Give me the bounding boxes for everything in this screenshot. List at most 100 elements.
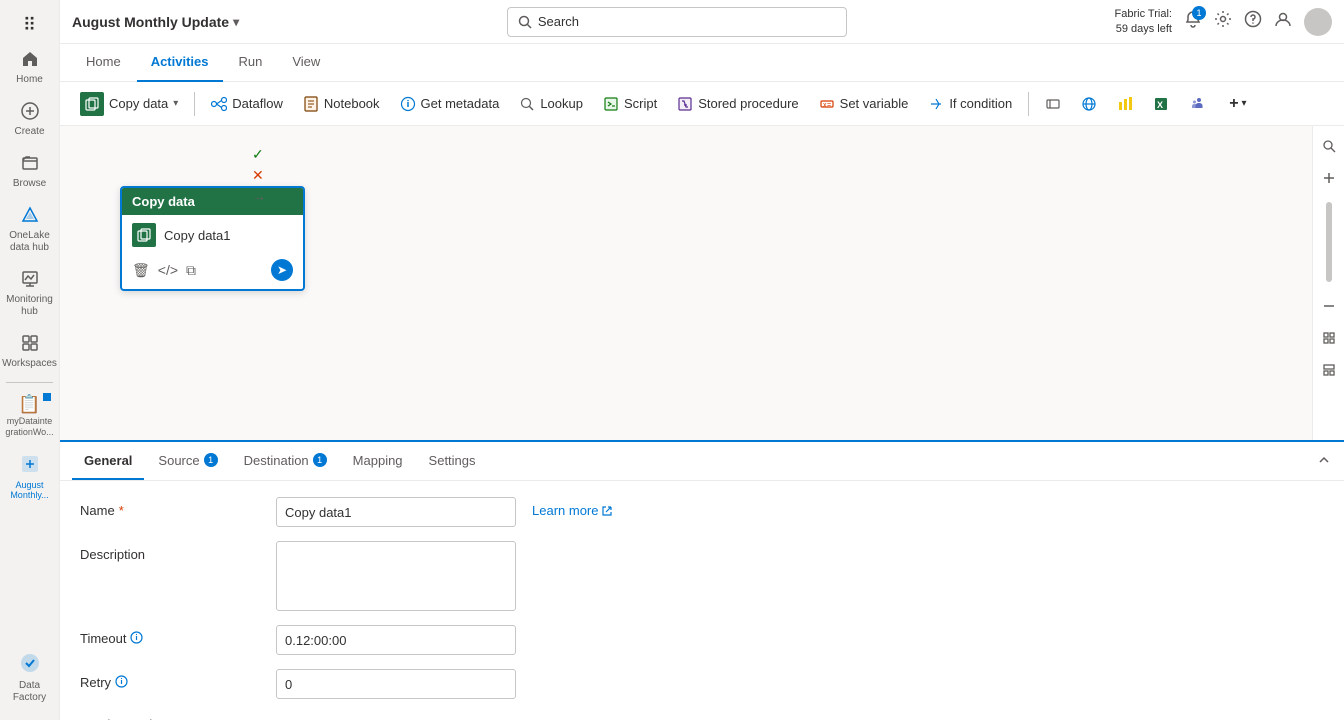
fail-connector[interactable]: ✕: [252, 167, 266, 184]
activity-node-header: Copy data: [122, 188, 303, 215]
svg-text:=: =: [827, 102, 831, 109]
title-chevron-icon[interactable]: ▾: [233, 15, 239, 29]
topbar: August Monthly Update ▾ Fabric Trial: 59…: [60, 0, 1344, 44]
toolbar-notebook[interactable]: Notebook: [295, 92, 388, 116]
notebook-icon: [303, 96, 319, 112]
tab-view[interactable]: View: [278, 44, 334, 82]
tab-general[interactable]: General: [72, 442, 144, 480]
sidebar-item-august[interactable]: AugustMonthly...: [0, 446, 59, 510]
tab-destination[interactable]: Destination 1: [232, 442, 339, 480]
sidebar-item-mydataint[interactable]: 📋 myDataintegrationWo...: [0, 387, 59, 446]
tab-settings[interactable]: Settings: [417, 442, 488, 480]
activity-node[interactable]: Copy data Copy data1 🗑 </> ⧉ ➤: [120, 186, 305, 291]
sidebar-item-workspaces[interactable]: Workspaces: [0, 326, 59, 378]
form-row-description: Description: [80, 541, 1324, 611]
description-input[interactable]: [276, 541, 516, 611]
canvas-search-btn[interactable]: [1317, 134, 1341, 158]
profile-button[interactable]: [1274, 10, 1292, 33]
activity-node-body: Copy data1: [122, 215, 303, 255]
source-tab-badge: 1: [204, 453, 218, 467]
destination-tab-label: Destination: [244, 453, 309, 468]
scroll-thumb: [1326, 202, 1332, 282]
sidebar-monitoring-label: Monitoringhub: [6, 294, 53, 318]
if-condition-label: If condition: [949, 96, 1012, 111]
help-button[interactable]: [1244, 10, 1262, 33]
activity-next-btn[interactable]: ➤: [271, 259, 293, 281]
toolbar-divider-1: [194, 92, 195, 116]
timeout-label: Timeout: [80, 625, 260, 646]
tab-mapping[interactable]: Mapping: [341, 442, 415, 480]
tab-home[interactable]: Home: [72, 44, 135, 82]
toolbar-set-variable[interactable]: x= Set variable: [811, 92, 917, 116]
sidebar-item-browse[interactable]: Browse: [0, 146, 59, 198]
toolbar-pipeline-icon-1[interactable]: [1037, 92, 1069, 116]
create-icon: [21, 102, 39, 123]
sidebar-mydataint-label: myDataintegrationWo...: [5, 416, 53, 438]
sidebar-item-onelake[interactable]: OneLakedata hub: [0, 198, 59, 262]
learn-more-link[interactable]: Learn more: [532, 497, 613, 518]
retry-input[interactable]: [276, 669, 516, 699]
canvas-zoom-in-btn[interactable]: [1317, 166, 1341, 190]
toolbar-excel-icon[interactable]: X: [1145, 92, 1177, 116]
teams-icon: [1189, 96, 1205, 112]
name-input[interactable]: [276, 497, 516, 527]
toolbar-if-condition[interactable]: If condition: [920, 92, 1020, 116]
script-label: Script: [624, 96, 657, 111]
trial-info: Fabric Trial: 59 days left: [1115, 7, 1172, 36]
external-link-icon: [601, 505, 613, 517]
form-row-retry: Retry: [80, 669, 1324, 699]
mapping-tab-label: Mapping: [353, 453, 403, 468]
tab-run[interactable]: Run: [225, 44, 277, 82]
more-icon: +: [1229, 95, 1238, 113]
more-chevron: ▾: [1242, 98, 1247, 109]
activity-copy-btn[interactable]: ⧉: [186, 262, 196, 279]
tab-activities[interactable]: Activities: [137, 44, 223, 82]
search-bar[interactable]: [507, 7, 847, 37]
toolbar-lookup[interactable]: Lookup: [511, 92, 591, 116]
nav-tabs: Home Activities Run View: [60, 44, 1344, 82]
bottom-tabs: General Source 1 Destination 1 Mapping S: [72, 442, 488, 480]
toolbar-script[interactable]: Script: [595, 92, 665, 116]
toolbar-get-metadata[interactable]: Get metadata: [392, 92, 508, 116]
notification-badge: 1: [1192, 6, 1206, 20]
settings-button[interactable]: [1214, 10, 1232, 33]
canvas-zoom-out-btn[interactable]: [1317, 294, 1341, 318]
sidebar-onelake-label: OneLakedata hub: [9, 230, 50, 254]
collapse-panel-btn[interactable]: [1316, 452, 1332, 471]
toolbar-stored-procedure[interactable]: Stored procedure: [669, 92, 806, 116]
if-condition-icon: [928, 96, 944, 112]
sidebar-item-home[interactable]: Home: [0, 42, 59, 94]
timeout-input[interactable]: [276, 625, 516, 655]
toolbar-teams-icon[interactable]: [1181, 92, 1213, 116]
lookup-label: Lookup: [540, 96, 583, 111]
timeout-info-icon[interactable]: [130, 631, 143, 644]
app-title-text: August Monthly Update: [72, 14, 229, 30]
activity-code-btn[interactable]: </>: [158, 262, 178, 278]
sidebar-item-monitoring[interactable]: Monitoringhub: [0, 262, 59, 326]
search-input[interactable]: [538, 14, 836, 29]
main-content: August Monthly Update ▾ Fabric Trial: 59…: [60, 0, 1344, 720]
completion-connector[interactable]: →: [252, 188, 266, 204]
destination-tab-badge: 1: [313, 453, 327, 467]
stored-procedure-icon: [677, 96, 693, 112]
tab-source[interactable]: Source 1: [146, 442, 229, 480]
toolbar-power-bi-icon[interactable]: [1109, 92, 1141, 116]
retry-info-icon[interactable]: [115, 675, 128, 688]
canvas-layout-btn[interactable]: [1317, 358, 1341, 382]
toolbar-dataflow[interactable]: Dataflow: [203, 92, 291, 116]
notification-button[interactable]: 1: [1184, 10, 1202, 33]
success-connector[interactable]: ✓: [252, 146, 266, 163]
sidebar-item-create[interactable]: Create: [0, 94, 59, 146]
advanced-section[interactable]: ▶ Advanced: [80, 713, 1324, 720]
toolbar-more-button[interactable]: + ▾: [1221, 91, 1254, 117]
avatar[interactable]: [1304, 8, 1332, 36]
activity-node-actions: 🗑 </> ⧉ ➤: [122, 255, 303, 289]
toolbar-globe-icon[interactable]: [1073, 92, 1105, 116]
toolbar-copy-data[interactable]: Copy data ▾: [72, 88, 186, 120]
sidebar-item-waffle[interactable]: ⠿: [0, 8, 59, 42]
canvas-fit-btn[interactable]: [1317, 326, 1341, 350]
activity-delete-btn[interactable]: 🗑: [132, 262, 150, 279]
activity-copy-icon: [132, 223, 156, 247]
set-variable-label: Set variable: [840, 96, 909, 111]
sidebar-item-datafactory[interactable]: Data Factory: [0, 644, 59, 712]
